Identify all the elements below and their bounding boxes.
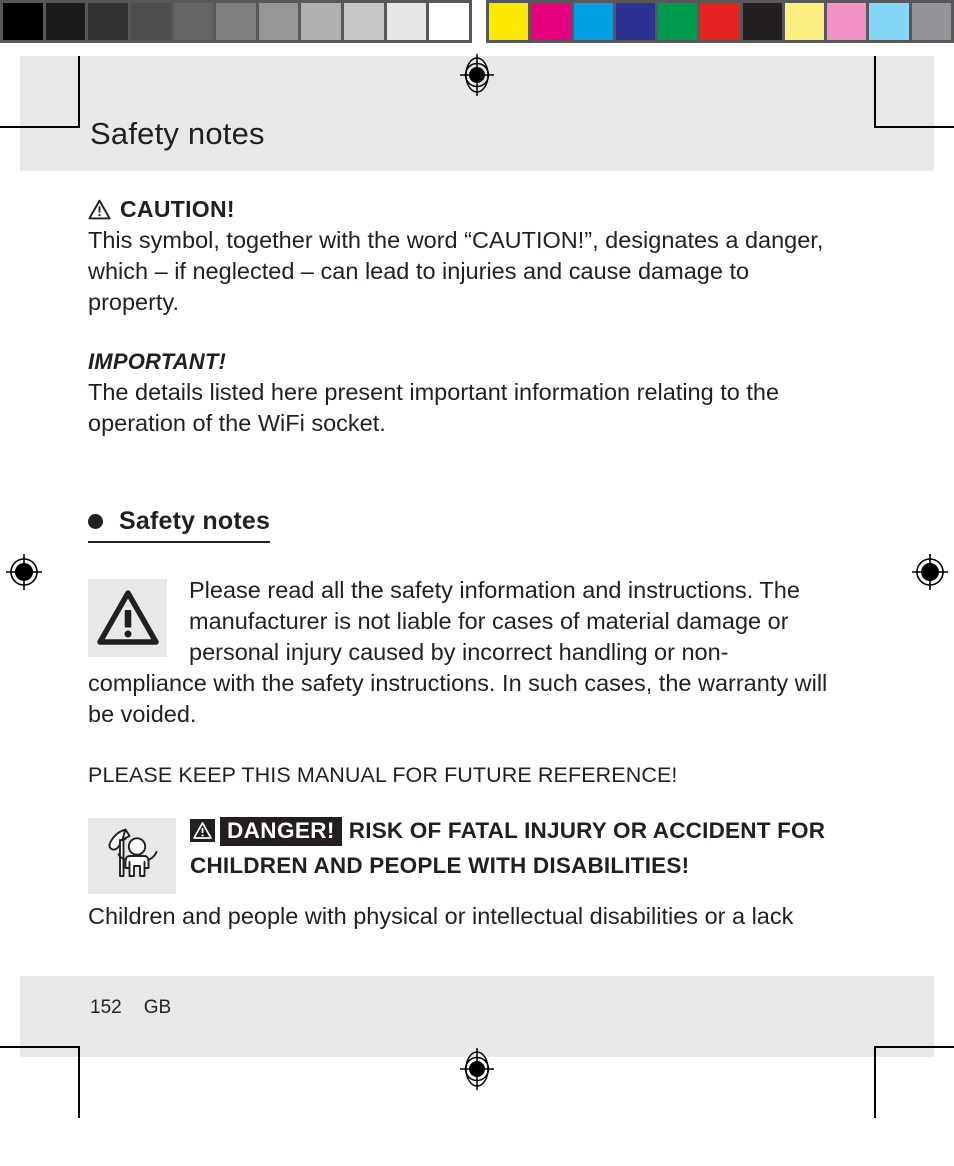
color-swatch-6 xyxy=(742,3,782,40)
page-number: 152 xyxy=(90,997,122,1018)
danger-heading: DANGER! RISK OF FATAL INJURY OR ACCIDENT … xyxy=(88,816,828,881)
crop-mark-top-right xyxy=(874,56,954,128)
gray-swatch-6 xyxy=(258,3,299,40)
registration-target-top xyxy=(455,53,499,97)
crop-mark-bottom-left xyxy=(0,1046,80,1118)
important-heading: IMPORTANT! xyxy=(88,349,227,374)
gray-swatch-7 xyxy=(301,3,342,40)
color-swatch-2 xyxy=(573,3,613,40)
safety-notes-block: Please read all the safety information a… xyxy=(88,575,828,730)
safety-notes-heading-label: Safety notes xyxy=(119,507,271,535)
color-swatch-8 xyxy=(827,3,867,40)
registration-target-right xyxy=(908,550,952,594)
color-swatch-5 xyxy=(700,3,740,40)
color-swatch-0 xyxy=(489,3,529,40)
page-footer-band: 152 GB xyxy=(20,976,934,1052)
caution-heading-label: CAUTION! xyxy=(120,196,235,222)
crop-mark-top-left xyxy=(0,56,80,128)
danger-body: Children and people with physical or int… xyxy=(88,903,794,929)
warning-triangle-icon xyxy=(88,579,167,657)
color-swatch-3 xyxy=(615,3,656,40)
color-swatch-9 xyxy=(869,3,909,40)
warning-triangle-icon xyxy=(190,819,215,851)
color-swatch-10 xyxy=(911,3,951,40)
color-swatch-1 xyxy=(531,3,571,40)
safety-notes-body: Please read all the safety information a… xyxy=(88,577,828,727)
danger-badge-label: DANGER! xyxy=(220,817,342,846)
color-swatch-4 xyxy=(658,3,698,40)
gray-swatch-9 xyxy=(386,3,427,40)
gray-swatch-10 xyxy=(429,3,470,40)
safety-notes-heading: Safety notes xyxy=(88,507,271,543)
page-content: CAUTION! This symbol, together with the … xyxy=(88,196,828,932)
gray-swatch-3 xyxy=(130,3,171,40)
page-title: Safety notes xyxy=(90,116,265,151)
page-header-band: Safety notes xyxy=(20,100,934,171)
bullet-icon xyxy=(88,514,103,529)
color-calibration-bar xyxy=(486,0,954,43)
registration-target-left xyxy=(2,550,46,594)
warning-triangle-icon xyxy=(88,199,111,220)
gray-swatch-8 xyxy=(344,3,384,40)
registration-target-bottom xyxy=(455,1047,499,1091)
color-swatch-7 xyxy=(784,3,825,40)
language-code: GB xyxy=(143,997,172,1018)
caution-body: This symbol, together with the word “CAU… xyxy=(88,227,824,315)
gray-swatch-4 xyxy=(173,3,214,40)
scanned-manual-page: Safety notes 152 GB CAUTION! This symbol,… xyxy=(0,0,954,1166)
caution-heading: CAUTION! xyxy=(88,196,828,223)
gray-swatch-5 xyxy=(216,3,256,40)
grayscale-calibration-bar xyxy=(0,0,472,43)
footer: 152 GB xyxy=(90,997,171,1019)
gray-swatch-1 xyxy=(45,3,86,40)
important-body: The details listed here present importan… xyxy=(88,379,780,436)
keep-manual-notice: PLEASE KEEP THIS MANUAL FOR FUTURE REFER… xyxy=(88,763,678,787)
crop-mark-bottom-right xyxy=(874,1046,954,1118)
gray-swatch-2 xyxy=(88,3,128,40)
danger-block: DANGER! RISK OF FATAL INJURY OR ACCIDENT … xyxy=(88,816,828,894)
child-reaching-icon xyxy=(88,818,176,894)
gray-swatch-0 xyxy=(3,3,43,40)
